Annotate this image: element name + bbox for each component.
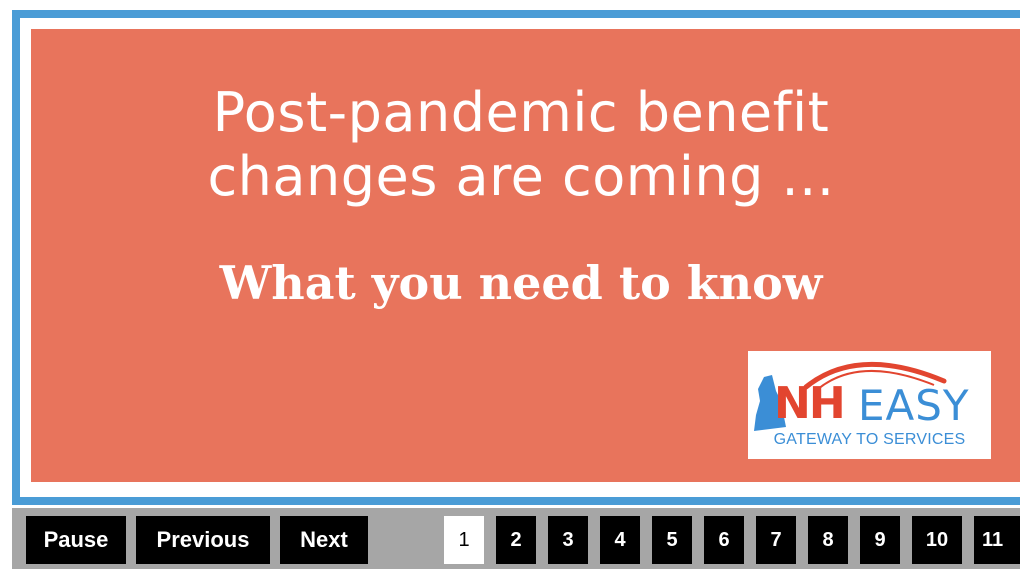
page-button-1[interactable]: 1 — [444, 516, 484, 564]
page-button-11[interactable]: 11 — [974, 516, 1020, 564]
next-button[interactable]: Next — [280, 516, 368, 564]
page-button-6[interactable]: 6 — [704, 516, 744, 564]
page-button-3[interactable]: 3 — [548, 516, 588, 564]
nh-easy-logo: NH EASY GATEWAY TO SERVICES — [748, 351, 991, 459]
page-button-7[interactable]: 7 — [756, 516, 796, 564]
page-button-8[interactable]: 8 — [808, 516, 848, 564]
logo-easy-text: EASY — [858, 381, 970, 430]
slide-headline: Post-pandemic benefit changes are coming… — [31, 81, 1011, 209]
headline-line-2: changes are coming ... — [207, 145, 835, 208]
logo-tagline: GATEWAY TO SERVICES — [773, 431, 966, 448]
pause-button[interactable]: Pause — [26, 516, 126, 564]
logo-nh-text: NH — [774, 378, 846, 429]
headline-line-1: Post-pandemic benefit — [212, 81, 830, 144]
slide-border: Post-pandemic benefit changes are coming… — [20, 18, 1020, 497]
page-button-4[interactable]: 4 — [600, 516, 640, 564]
slideshow-frame: Post-pandemic benefit changes are coming… — [12, 10, 1020, 505]
slide-subhead: What you need to know — [219, 256, 823, 310]
page-button-10[interactable]: 10 — [912, 516, 962, 564]
slideshow-controls: Pause Previous Next 1 2 3 4 5 6 7 8 9 10… — [12, 508, 1020, 569]
page-button-5[interactable]: 5 — [652, 516, 692, 564]
slide-panel[interactable]: Post-pandemic benefit changes are coming… — [31, 29, 1020, 482]
page-button-9[interactable]: 9 — [860, 516, 900, 564]
page-button-2[interactable]: 2 — [496, 516, 536, 564]
previous-button[interactable]: Previous — [136, 516, 270, 564]
